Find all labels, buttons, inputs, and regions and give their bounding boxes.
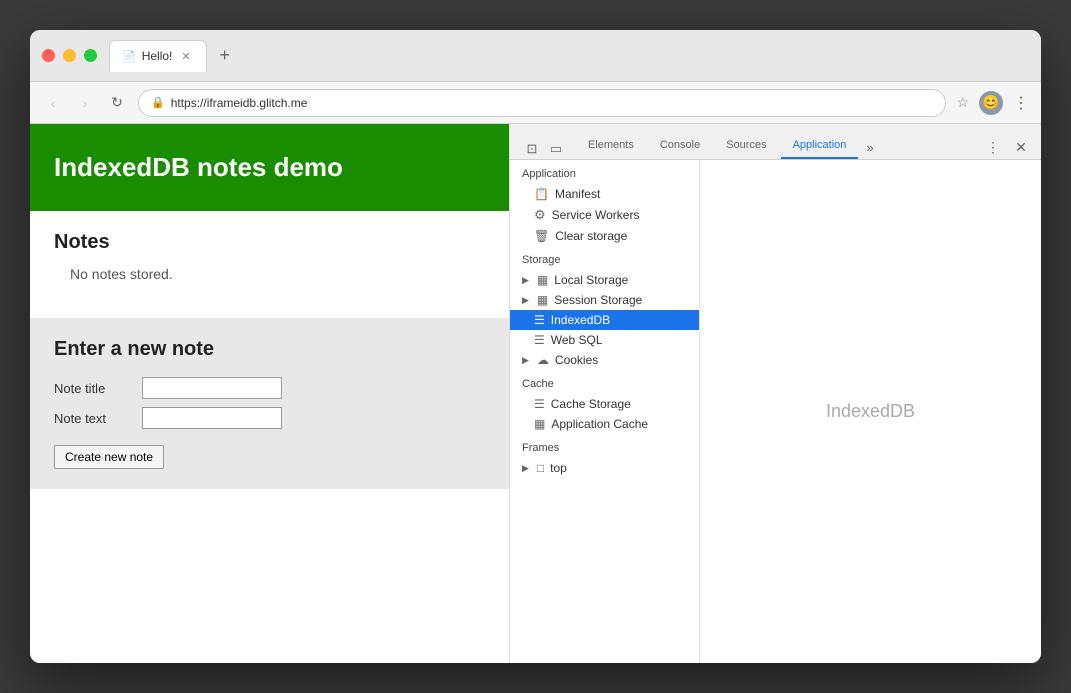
tab-elements[interactable]: Elements bbox=[576, 133, 646, 159]
sidebar-item-session-storage-label: Session Storage bbox=[554, 293, 642, 307]
maximize-button[interactable] bbox=[84, 49, 97, 62]
local-storage-arrow: ▶ bbox=[522, 275, 529, 286]
minimize-button[interactable] bbox=[63, 49, 76, 62]
note-title-row: Note title bbox=[54, 377, 485, 399]
sidebar-item-manifest[interactable]: 📋 Manifest bbox=[510, 184, 699, 204]
url-bar[interactable]: 🔒 https://iframeidb.glitch.me bbox=[138, 89, 946, 117]
new-tab-button[interactable]: + bbox=[211, 42, 239, 70]
application-cache-icon: ▦ bbox=[534, 417, 545, 431]
sidebar-item-application-cache-label: Application Cache bbox=[551, 417, 648, 431]
reload-button[interactable]: ↻ bbox=[106, 92, 128, 114]
manifest-icon: 📋 bbox=[534, 187, 549, 201]
sidebar-item-local-storage-label: Local Storage bbox=[554, 273, 628, 287]
sidebar-item-indexeddb-label: IndexedDB bbox=[551, 313, 610, 327]
browser-window: 📄 Hello! ✕ + ‹ › ↻ 🔒 https://iframeidb.g… bbox=[30, 30, 1041, 663]
note-text-row: Note text bbox=[54, 407, 485, 429]
top-frame-arrow: ▶ bbox=[522, 463, 529, 474]
notes-section: Notes No notes stored. bbox=[54, 231, 485, 282]
sidebar-item-session-storage[interactable]: ▶ ▦ Session Storage bbox=[510, 290, 699, 310]
cookies-icon: ☁ bbox=[537, 353, 549, 367]
sidebar-item-cookies-label: Cookies bbox=[555, 353, 598, 367]
sidebar-item-cookies[interactable]: ▶ ☁ Cookies bbox=[510, 350, 699, 370]
devtools-inspect-icon[interactable]: ⊡ bbox=[522, 139, 542, 159]
tab-bar: 📄 Hello! ✕ + bbox=[109, 40, 1029, 72]
devtools-body: Application 📋 Manifest ⚙ Service Workers… bbox=[510, 160, 1041, 663]
url-text: https://iframeidb.glitch.me bbox=[171, 96, 934, 110]
no-notes-text: No notes stored. bbox=[70, 266, 485, 282]
form-title: Enter a new note bbox=[54, 338, 485, 361]
title-bar: 📄 Hello! ✕ + bbox=[30, 30, 1041, 82]
storage-section-label: Storage bbox=[510, 246, 699, 270]
form-section: Enter a new note Note title Note text Cr… bbox=[30, 318, 509, 489]
traffic-lights bbox=[42, 49, 97, 62]
create-note-button[interactable]: Create new note bbox=[54, 445, 164, 469]
web-sql-icon: ☰ bbox=[534, 333, 545, 347]
devtools-icons-left: ⊡ ▭ bbox=[518, 139, 570, 159]
devtools-close-button[interactable]: ✕ bbox=[1009, 135, 1033, 159]
top-frame-icon: □ bbox=[537, 461, 544, 475]
frames-section-label: Frames bbox=[510, 434, 699, 458]
tab-application[interactable]: Application bbox=[781, 133, 859, 159]
page-header: IndexedDB notes demo bbox=[30, 124, 509, 211]
sidebar-item-top-frame-label: top bbox=[550, 461, 567, 475]
sidebar-item-top-frame[interactable]: ▶ □ top bbox=[510, 458, 699, 478]
lock-icon: 🔒 bbox=[151, 96, 165, 109]
page-content: Notes No notes stored. bbox=[30, 211, 509, 302]
bookmark-button[interactable]: ☆ bbox=[956, 94, 969, 111]
devtools-main-panel: IndexedDB bbox=[700, 160, 1041, 663]
back-button[interactable]: ‹ bbox=[42, 92, 64, 114]
tab-console[interactable]: Console bbox=[648, 133, 712, 159]
clear-storage-icon: 🗑 bbox=[534, 229, 549, 243]
devtools-sidebar: Application 📋 Manifest ⚙ Service Workers… bbox=[510, 160, 700, 663]
sidebar-item-indexeddb[interactable]: ☰ IndexedDB bbox=[510, 310, 699, 330]
devtools-panel: ⊡ ▭ Elements Console Sources Application… bbox=[510, 124, 1041, 663]
main-area: IndexedDB notes demo Notes No notes stor… bbox=[30, 124, 1041, 663]
tab-close-button[interactable]: ✕ bbox=[178, 49, 193, 64]
sidebar-item-application-cache[interactable]: ▦ Application Cache bbox=[510, 414, 699, 434]
cache-section-label: Cache bbox=[510, 370, 699, 394]
note-title-input[interactable] bbox=[142, 377, 282, 399]
sidebar-item-service-workers-label: Service Workers bbox=[552, 208, 640, 222]
webpage: IndexedDB notes demo Notes No notes stor… bbox=[30, 124, 510, 663]
devtools-actions: ⋮ ✕ bbox=[981, 135, 1033, 159]
sidebar-item-service-workers[interactable]: ⚙ Service Workers bbox=[510, 204, 699, 226]
tab-title: Hello! bbox=[142, 49, 173, 63]
sidebar-item-clear-storage[interactable]: 🗑 Clear storage bbox=[510, 226, 699, 246]
note-title-label: Note title bbox=[54, 381, 134, 396]
sidebar-item-web-sql-label: Web SQL bbox=[551, 333, 603, 347]
forward-button[interactable]: › bbox=[74, 92, 96, 114]
sidebar-item-local-storage[interactable]: ▶ ▦ Local Storage bbox=[510, 270, 699, 290]
tab-page-icon: 📄 bbox=[122, 50, 136, 63]
cookies-arrow: ▶ bbox=[522, 355, 529, 366]
session-storage-arrow: ▶ bbox=[522, 295, 529, 306]
devtools-panel-placeholder-text: IndexedDB bbox=[826, 401, 915, 422]
sidebar-item-cache-storage[interactable]: ☰ Cache Storage bbox=[510, 394, 699, 414]
note-text-label: Note text bbox=[54, 411, 134, 426]
browser-tab[interactable]: 📄 Hello! ✕ bbox=[109, 40, 207, 72]
devtools-device-icon[interactable]: ▭ bbox=[546, 139, 566, 159]
address-bar: ‹ › ↻ 🔒 https://iframeidb.glitch.me ☆ 😊 … bbox=[30, 82, 1041, 124]
devtools-tab-bar: ⊡ ▭ Elements Console Sources Application… bbox=[510, 124, 1041, 160]
devtools-more-actions-button[interactable]: ⋮ bbox=[981, 135, 1005, 159]
cache-storage-icon: ☰ bbox=[534, 397, 545, 411]
profile-button[interactable]: 😊 bbox=[979, 91, 1003, 115]
close-button[interactable] bbox=[42, 49, 55, 62]
page-main-title: IndexedDB notes demo bbox=[54, 152, 485, 183]
application-section-label: Application bbox=[510, 160, 699, 184]
note-text-input[interactable] bbox=[142, 407, 282, 429]
indexeddb-icon: ☰ bbox=[534, 313, 545, 327]
local-storage-icon: ▦ bbox=[537, 273, 548, 287]
tab-sources[interactable]: Sources bbox=[714, 133, 778, 159]
session-storage-icon: ▦ bbox=[537, 293, 548, 307]
sidebar-item-web-sql[interactable]: ☰ Web SQL bbox=[510, 330, 699, 350]
notes-title: Notes bbox=[54, 231, 485, 254]
menu-button[interactable]: ⋮ bbox=[1013, 93, 1029, 113]
sidebar-item-cache-storage-label: Cache Storage bbox=[551, 397, 631, 411]
more-tabs-button[interactable]: » bbox=[860, 136, 879, 159]
sidebar-item-manifest-label: Manifest bbox=[555, 187, 600, 201]
sidebar-item-clear-storage-label: Clear storage bbox=[555, 229, 627, 243]
service-workers-icon: ⚙ bbox=[534, 207, 546, 223]
